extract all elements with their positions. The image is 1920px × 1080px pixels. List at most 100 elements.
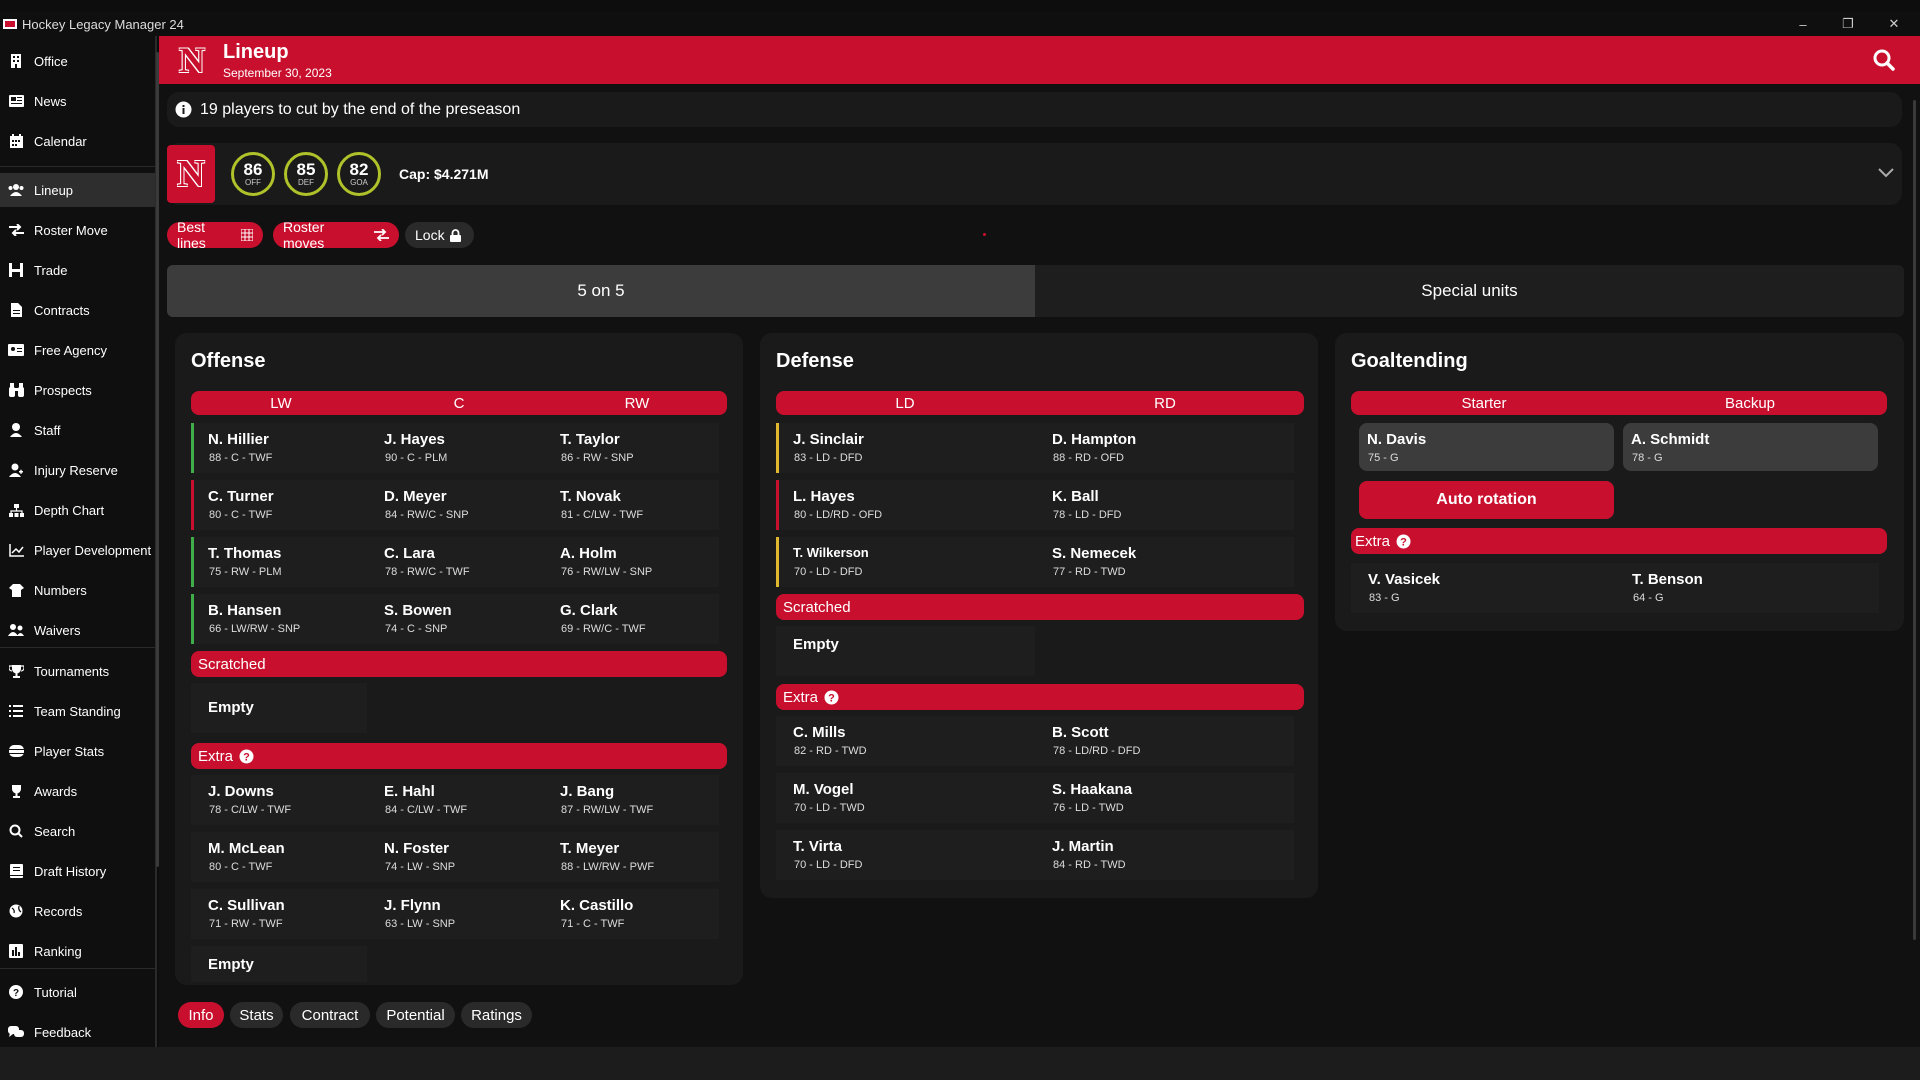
player-card[interactable]: L. Hayes 80 - LD/RD - OFD [776, 480, 1035, 530]
tab-ratings[interactable]: Ratings [461, 1002, 532, 1028]
sidebar-item-numbers[interactable]: Numbers [0, 573, 155, 607]
sidebar-item-label: Free Agency [34, 342, 107, 358]
sidebar-item-records[interactable]: Records [0, 894, 155, 928]
binoculars-icon [8, 383, 24, 397]
player-card[interactable]: M. McLean 80 - C - TWF [191, 832, 367, 882]
starter-card[interactable]: N. Davis 75 - G [1359, 423, 1614, 471]
player-card[interactable]: A. Holm 76 - RW/LW - SNP [543, 537, 719, 587]
extra-header: Extra? [776, 684, 1304, 710]
tab-special-units[interactable]: Special units [1035, 265, 1904, 317]
tab-5-on-5[interactable]: 5 on 5 [167, 265, 1035, 317]
sidebar-item-label: Feedback [34, 1024, 92, 1040]
sidebar-item-label: Contracts [34, 302, 90, 318]
search-icon[interactable] [1873, 49, 1895, 76]
sidebar-item-awards[interactable]: Awards [0, 774, 155, 808]
player-card[interactable]: J. Bang 87 - RW/LW - TWF [543, 775, 719, 825]
tab-info[interactable]: Info [178, 1002, 224, 1028]
sidebar-item-feedback[interactable]: Feedback [0, 1015, 155, 1049]
player-card[interactable]: V. Vasicek 83 - G [1351, 563, 1615, 613]
sidebar-item-calendar[interactable]: Calendar [0, 124, 155, 158]
player-card[interactable]: E. Hahl 84 - C/LW - TWF [367, 775, 543, 825]
sidebar-item-tournaments[interactable]: Tournaments [0, 654, 155, 688]
player-card[interactable]: D. Meyer 84 - RW/C - SNP [367, 480, 543, 530]
lock-button[interactable]: Lock [405, 222, 474, 248]
sidebar-item-draft-history[interactable]: Draft History [0, 854, 155, 888]
player-card[interactable]: T. Virta 70 - LD - DFD [776, 830, 1035, 880]
sidebar-item-staff[interactable]: Staff [0, 413, 155, 447]
player-card[interactable]: T. Novak 81 - C/LW - TWF [543, 480, 719, 530]
sidebar-item-prospects[interactable]: Prospects [0, 373, 155, 407]
empty-slot[interactable]: Empty [776, 626, 1035, 676]
empty-slot[interactable]: Empty [191, 683, 367, 733]
player-card[interactable]: N. Foster 74 - LW - SNP [367, 832, 543, 882]
sidebar-item-ranking[interactable]: Ranking [0, 934, 155, 968]
line-indicator [191, 594, 194, 644]
sidebar-item-player-development[interactable]: Player Development [0, 533, 155, 567]
player-card[interactable]: J. Martin 84 - RD - TWD [1035, 830, 1294, 880]
sidebar-item-depth-chart[interactable]: Depth Chart [0, 493, 155, 527]
main-scrollbar[interactable] [1913, 100, 1916, 940]
help-icon[interactable]: ? [824, 690, 839, 705]
player-card[interactable]: S. Nemecek 77 - RD - TWD [1035, 537, 1294, 587]
player-card[interactable]: T. Benson 64 - G [1615, 563, 1879, 613]
help-icon[interactable]: ? [1396, 534, 1411, 549]
sidebar-item-player-stats[interactable]: Player Stats [0, 734, 155, 768]
player-card[interactable]: J. Flynn 63 - LW - SNP [367, 889, 543, 939]
player-card[interactable]: D. Hampton 88 - RD - OFD [1035, 423, 1294, 473]
sidebar-item-news[interactable]: News [0, 84, 155, 118]
sidebar-item-tutorial[interactable]: ? Tutorial [0, 975, 155, 1009]
player-card[interactable]: C. Turner 80 - C - TWF [191, 480, 367, 530]
player-card[interactable]: J. Downs 78 - C/LW - TWF [191, 775, 367, 825]
newspaper-icon [8, 94, 24, 108]
sidebar-item-lineup[interactable]: Lineup [0, 173, 155, 207]
player-card[interactable]: M. Vogel 70 - LD - TWD [776, 773, 1035, 823]
player-card[interactable]: T. Taylor 86 - RW - SNP [543, 423, 719, 473]
sidebar-item-waivers[interactable]: Waivers [0, 613, 155, 647]
minimize-button[interactable]: – [1781, 12, 1825, 36]
sidebar-item-label: Ranking [34, 943, 82, 959]
player-card[interactable]: B. Hansen 66 - LW/RW - SNP [191, 594, 367, 644]
sidebar-item-team-standing[interactable]: Team Standing [0, 694, 155, 728]
help-icon[interactable]: ? [239, 749, 254, 764]
player-card[interactable]: J. Hayes 90 - C - PLM [367, 423, 543, 473]
best-lines-button[interactable]: Best lines [167, 219, 263, 251]
player-card[interactable]: T. Thomas 75 - RW - PLM [191, 537, 367, 587]
chevron-down-icon[interactable] [1878, 165, 1894, 183]
player-card[interactable]: C. Sullivan 71 - RW - TWF [191, 889, 367, 939]
player-card[interactable]: J. Sinclair 83 - LD - DFD [776, 423, 1035, 473]
player-card[interactable]: S. Bowen 74 - C - SNP [367, 594, 543, 644]
player-card[interactable]: T. Wilkerson 70 - LD - DFD [776, 537, 1035, 587]
sidebar-item-label: Numbers [34, 582, 87, 598]
line-indicator [776, 423, 779, 473]
team-summary[interactable]: N 86 OFF 85 DEF 82 GOA Cap: $4.271M [167, 143, 1902, 205]
player-card[interactable]: C. Lara 78 - RW/C - TWF [367, 537, 543, 587]
tab-stats[interactable]: Stats [230, 1002, 283, 1028]
sidebar-item-search[interactable]: Search [0, 814, 155, 848]
jersey-icon [8, 583, 24, 597]
player-card[interactable]: K. Ball 78 - LD - DFD [1035, 480, 1294, 530]
player-card[interactable]: S. Haakana 76 - LD - TWD [1035, 773, 1294, 823]
tab-potential[interactable]: Potential [376, 1002, 455, 1028]
sidebar-item-free-agency[interactable]: Free Agency [0, 333, 155, 367]
sidebar-item-trade[interactable]: Trade [0, 253, 155, 287]
player-card[interactable]: C. Mills 82 - RD - TWD [776, 716, 1035, 766]
player-card[interactable]: T. Meyer 88 - LW/RW - PWF [543, 832, 719, 882]
sidebar-item-contracts[interactable]: Contracts [0, 293, 155, 327]
sidebar-item-office[interactable]: Office [0, 44, 155, 78]
player-card[interactable]: N. Hillier 88 - C - TWF [191, 423, 367, 473]
restore-button[interactable]: ❐ [1826, 12, 1870, 36]
roster-moves-button[interactable]: Roster moves [273, 219, 399, 251]
sidebar-item-label: Player Stats [34, 743, 105, 759]
player-card[interactable]: G. Clark 69 - RW/C - TWF [543, 594, 719, 644]
rating-def: 85 DEF [284, 152, 328, 196]
player-card[interactable]: B. Scott 78 - LD/RD - DFD [1035, 716, 1294, 766]
auto-rotation-button[interactable]: Auto rotation [1359, 481, 1614, 519]
backup-card[interactable]: A. Schmidt 78 - G [1623, 423, 1878, 471]
empty-slot[interactable]: Empty [191, 946, 367, 982]
close-button[interactable]: ✕ [1872, 12, 1916, 36]
sidebar-item-injury-reserve[interactable]: Injury Reserve [0, 453, 155, 487]
sidebar-item-roster-move[interactable]: Roster Move [0, 213, 155, 247]
player-card[interactable]: K. Castillo 71 - C - TWF [543, 889, 719, 939]
tab-contract[interactable]: Contract [290, 1002, 370, 1028]
sidebar-divider [0, 968, 155, 969]
